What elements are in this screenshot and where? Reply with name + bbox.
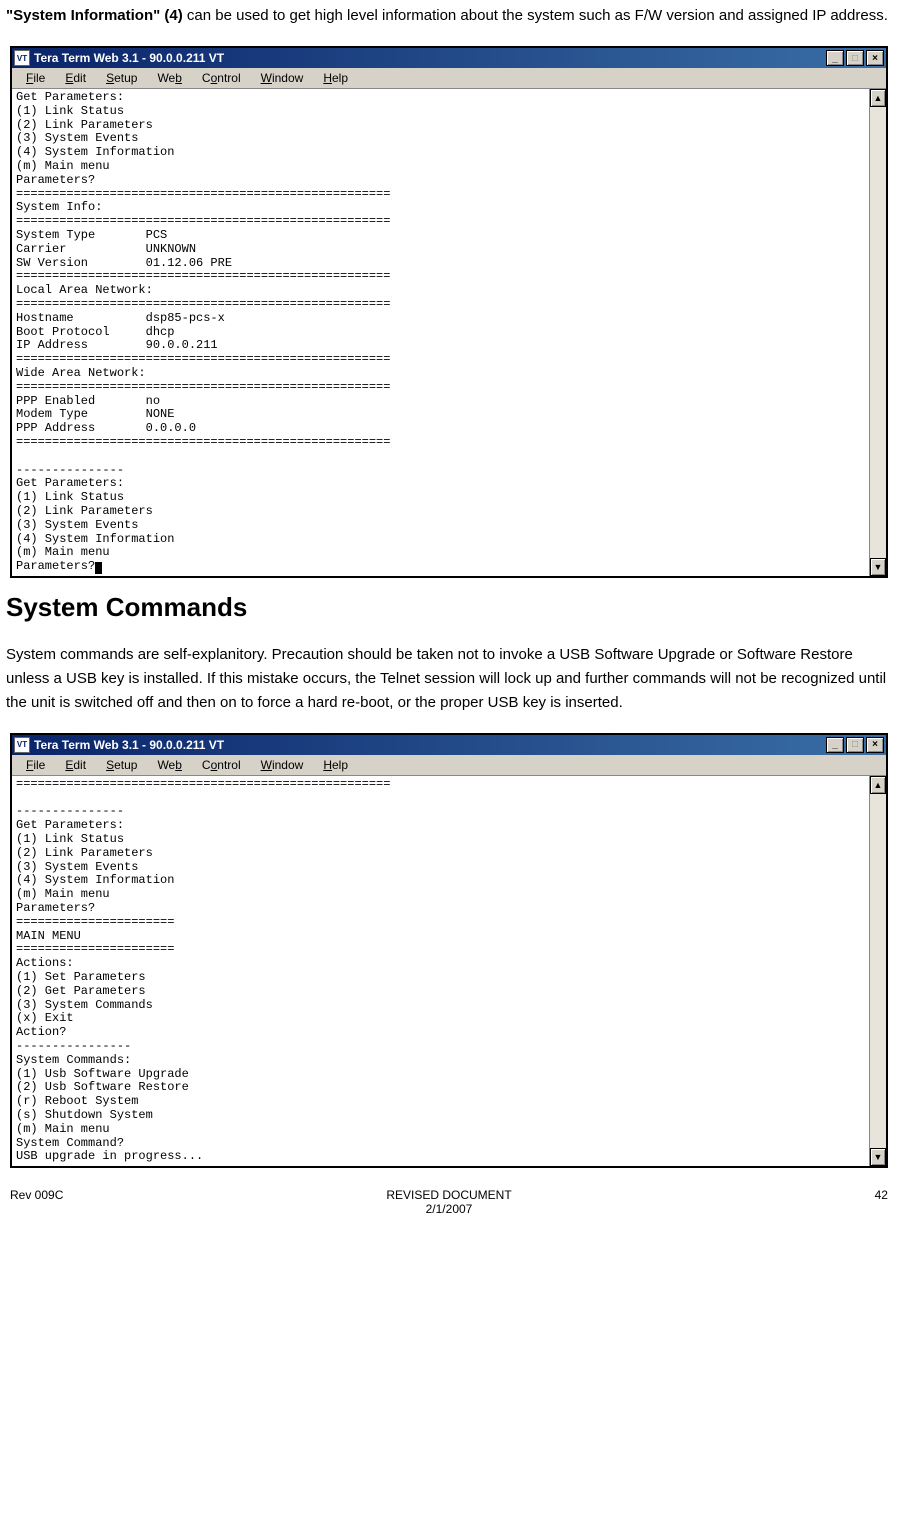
menu-item[interactable]: Edit [57, 70, 94, 86]
terminal-output: Get Parameters: (1) Link Status (2) Link… [12, 89, 869, 576]
scrollbar[interactable]: ▲ ▼ [869, 776, 886, 1166]
scroll-up-button[interactable]: ▲ [870, 89, 886, 107]
menu-item[interactable]: File [18, 70, 53, 86]
menubar: FileEditSetupWeb ControlWindowHelp [12, 755, 886, 776]
client-area: Get Parameters: (1) Link Status (2) Link… [12, 89, 886, 576]
footer-left: Rev 009C [10, 1188, 300, 1216]
menu-item[interactable]: Web [149, 757, 189, 773]
footer-center: REVISED DOCUMENT 2/1/2007 [300, 1188, 599, 1216]
menu-item[interactable]: Window [253, 70, 312, 86]
close-button[interactable]: × [866, 737, 884, 753]
minimize-button[interactable]: _ [826, 50, 844, 66]
page-footer: Rev 009C REVISED DOCUMENT 2/1/2007 42 [6, 1182, 892, 1216]
section-heading: System Commands [6, 592, 892, 623]
menu-item[interactable]: Setup [98, 70, 145, 86]
window-buttons: _ □ × [826, 737, 884, 753]
scroll-down-button[interactable]: ▼ [870, 558, 886, 576]
scroll-track[interactable] [870, 107, 886, 558]
scrollbar[interactable]: ▲ ▼ [869, 89, 886, 576]
menu-item[interactable]: Edit [57, 757, 94, 773]
window-title: Tera Term Web 3.1 - 90.0.0.211 VT [34, 51, 826, 65]
menu-item[interactable]: Window [253, 757, 312, 773]
menu-item[interactable]: Help [315, 757, 356, 773]
menu-item[interactable]: Web [149, 70, 189, 86]
client-area: ========================================… [12, 776, 886, 1166]
minimize-button[interactable]: _ [826, 737, 844, 753]
close-button[interactable]: × [866, 50, 884, 66]
terminal-window-2: VT Tera Term Web 3.1 - 90.0.0.211 VT _ □… [10, 733, 888, 1168]
app-icon: VT [14, 50, 30, 66]
scroll-up-button[interactable]: ▲ [870, 776, 886, 794]
intro-paragraph: "System Information" (4) can be used to … [6, 4, 892, 28]
intro-rest: can be used to get high level informatio… [183, 7, 888, 24]
scroll-track[interactable] [870, 794, 886, 1148]
terminal-window-1: VT Tera Term Web 3.1 - 90.0.0.211 VT _ □… [10, 46, 888, 578]
titlebar: VT Tera Term Web 3.1 - 90.0.0.211 VT _ □… [12, 735, 886, 755]
terminal-output: ========================================… [12, 776, 869, 1166]
menu-item[interactable]: Control [194, 70, 249, 86]
titlebar: VT Tera Term Web 3.1 - 90.0.0.211 VT _ □… [12, 48, 886, 68]
menu-item[interactable]: Help [315, 70, 356, 86]
body-paragraph: System commands are self-explanitory. Pr… [6, 643, 892, 715]
scroll-down-button[interactable]: ▼ [870, 1148, 886, 1166]
menu-item[interactable]: Setup [98, 757, 145, 773]
maximize-button[interactable]: □ [846, 50, 864, 66]
window-buttons: _ □ × [826, 50, 884, 66]
menu-item[interactable]: Control [194, 757, 249, 773]
intro-bold: "System Information" (4) [6, 7, 183, 24]
footer-right: 42 [598, 1188, 888, 1216]
maximize-button[interactable]: □ [846, 737, 864, 753]
cursor [95, 562, 102, 574]
menu-item[interactable]: File [18, 757, 53, 773]
app-icon: VT [14, 737, 30, 753]
menubar: FileEditSetupWeb ControlWindowHelp [12, 68, 886, 89]
window-title: Tera Term Web 3.1 - 90.0.0.211 VT [34, 738, 826, 752]
